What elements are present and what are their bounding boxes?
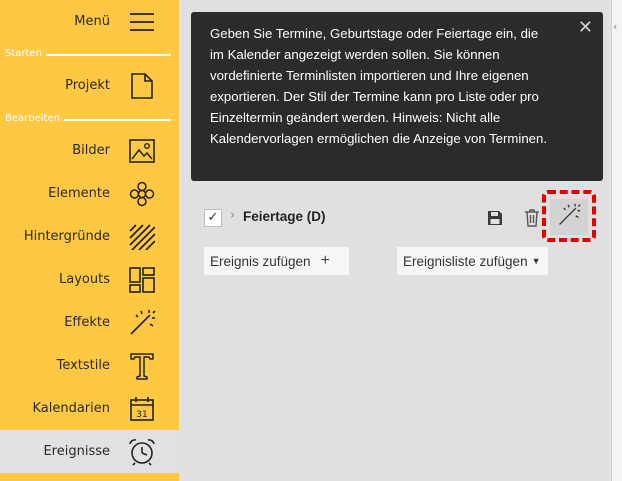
highlight-marker [542,190,596,242]
add-event-list-label: Ereignisliste zufügen [403,253,528,269]
sidebar-item-ereignisse[interactable]: Ereignisse [0,430,179,473]
chevron-right-icon[interactable]: › [230,208,235,223]
sidebar-item-label: Effekte [64,315,110,330]
sidebar-item-effekte[interactable]: Effekte [0,301,179,344]
section-label-starten: Starten [5,48,42,59]
event-list-row: ✓ › Feiertage (D) [200,203,600,233]
add-event-button[interactable]: Ereignis zufügen + [204,247,349,275]
sidebar-item-label: Bilder [72,143,110,158]
sidebar-item-projekt[interactable]: Projekt [0,64,179,107]
section-bearbeiten: Bearbeiten [0,112,179,126]
sidebar-bottom-strip [0,473,179,481]
close-icon[interactable]: ✕ [578,17,593,38]
section-label-bearbeiten: Bearbeiten [5,113,60,124]
sidebar-item-label: Textstile [56,358,110,373]
flower-icon [127,179,157,209]
add-event-label: Ereignis zufügen [210,253,311,269]
section-starten: Starten [0,47,179,61]
menu-label: Menü [74,14,110,29]
sidebar-item-kalendarien[interactable]: Kalendarien 31 [0,387,179,430]
sidebar-item-layouts[interactable]: Layouts [0,258,179,301]
sidebar-item-textstile[interactable]: Textstile [0,344,179,387]
plus-icon: + [320,252,330,269]
help-tooltip: Geben Sie Termine, Geburtstage oder Feie… [191,12,603,181]
section-divider [64,119,171,121]
sidebar-item-label: Projekt [65,78,110,93]
layout-grid-icon [127,265,157,295]
sidebar-item-label: Ereignisse [43,444,110,459]
alarm-clock-icon [127,437,157,467]
text-style-icon [127,351,157,381]
sidebar: Menü Starten Projekt Bearbeiten Bilder E… [0,0,179,481]
image-icon [127,136,157,166]
collapse-strip[interactable] [611,0,622,481]
sidebar-item-bilder[interactable]: Bilder [0,129,179,172]
menu-toggle[interactable]: Menü [0,0,179,43]
magic-wand-icon [127,308,157,338]
sidebar-item-label: Elemente [48,186,110,201]
add-event-list-dropdown[interactable]: Ereignisliste zufügen ▼ [397,247,548,275]
document-icon [127,71,157,101]
event-list-title[interactable]: Feiertage (D) [243,209,326,224]
tooltip-text: Geben Sie Termine, Geburtstage oder Feie… [210,26,547,146]
hatch-pattern-icon [127,222,157,252]
sidebar-item-elemente[interactable]: Elemente [0,172,179,215]
list-visible-checkbox[interactable]: ✓ [204,209,222,227]
section-divider [46,54,171,56]
caret-down-icon: ▼ [531,256,541,266]
save-icon[interactable] [482,205,508,231]
hamburger-icon[interactable] [127,7,157,37]
chevron-left-icon[interactable]: ‹ [613,20,617,33]
sidebar-item-hintergruende[interactable]: Hintergründe [0,215,179,258]
sidebar-item-label: Layouts [59,272,110,287]
calendar-icon: 31 [127,394,157,424]
sidebar-item-label: Kalendarien [32,401,110,416]
calendar-icon-number: 31 [136,410,147,420]
sidebar-item-label: Hintergründe [23,229,110,244]
